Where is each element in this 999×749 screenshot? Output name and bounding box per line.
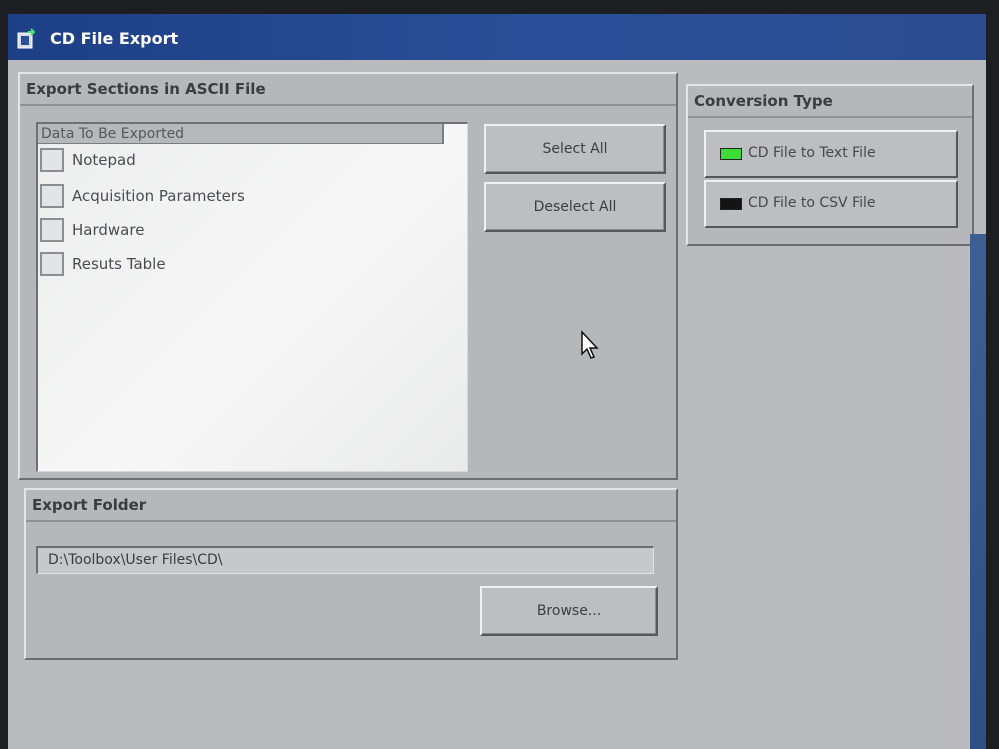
export-sections-title: Export Sections in ASCII File	[20, 74, 676, 106]
conversion-option-label: CD File to Text File	[748, 145, 876, 161]
conversion-type-title: Conversion Type	[688, 86, 972, 118]
list-item-acquisition-parameters[interactable]: Acquisition Parameters	[40, 184, 420, 212]
deselect-all-button[interactable]: Deselect All	[484, 182, 666, 232]
folder-path-field[interactable]: D:\Toolbox\User Files\CD\	[36, 546, 654, 574]
background-window-edge	[970, 234, 986, 749]
export-folder-title: Export Folder	[26, 490, 676, 522]
list-item-label: Resuts Table	[72, 255, 166, 273]
app-icon	[17, 28, 36, 49]
export-folder-panel: Export Folder D:\Toolbox\User Files\CD\ …	[24, 488, 678, 660]
conversion-csv-file-button[interactable]: CD File to CSV File	[704, 180, 958, 228]
conversion-text-file-button[interactable]: CD File to Text File	[704, 130, 958, 178]
selected-indicator-icon	[720, 148, 742, 160]
browse-button[interactable]: Browse...	[480, 586, 658, 636]
conversion-type-panel: Conversion Type CD File to Text File CD …	[686, 84, 974, 246]
acquisition-parameters-checkbox[interactable]	[40, 184, 64, 208]
export-items-list[interactable]: Data To Be Exported Notepad Acquisition …	[36, 122, 468, 472]
select-all-button[interactable]: Select All	[484, 124, 666, 174]
results-table-checkbox[interactable]	[40, 252, 64, 276]
notepad-checkbox[interactable]	[40, 148, 64, 172]
list-item-notepad[interactable]: Notepad	[40, 148, 420, 176]
list-item-results-table[interactable]: Resuts Table	[40, 252, 420, 280]
window-title: CD File Export	[50, 29, 179, 48]
cd-file-export-window: CD File Export Export Sections in ASCII …	[8, 14, 986, 749]
list-item-hardware[interactable]: Hardware	[40, 218, 420, 246]
list-column-header[interactable]: Data To Be Exported	[38, 124, 444, 144]
mouse-pointer-icon	[581, 330, 599, 359]
hardware-checkbox[interactable]	[40, 218, 64, 242]
list-item-label: Notepad	[72, 151, 136, 169]
unselected-indicator-icon	[720, 198, 742, 210]
list-item-label: Hardware	[72, 221, 145, 239]
title-bar[interactable]: CD File Export	[8, 14, 986, 60]
export-sections-panel: Export Sections in ASCII File Data To Be…	[18, 72, 678, 480]
conversion-option-label: CD File to CSV File	[748, 195, 876, 211]
list-item-label: Acquisition Parameters	[72, 187, 245, 205]
